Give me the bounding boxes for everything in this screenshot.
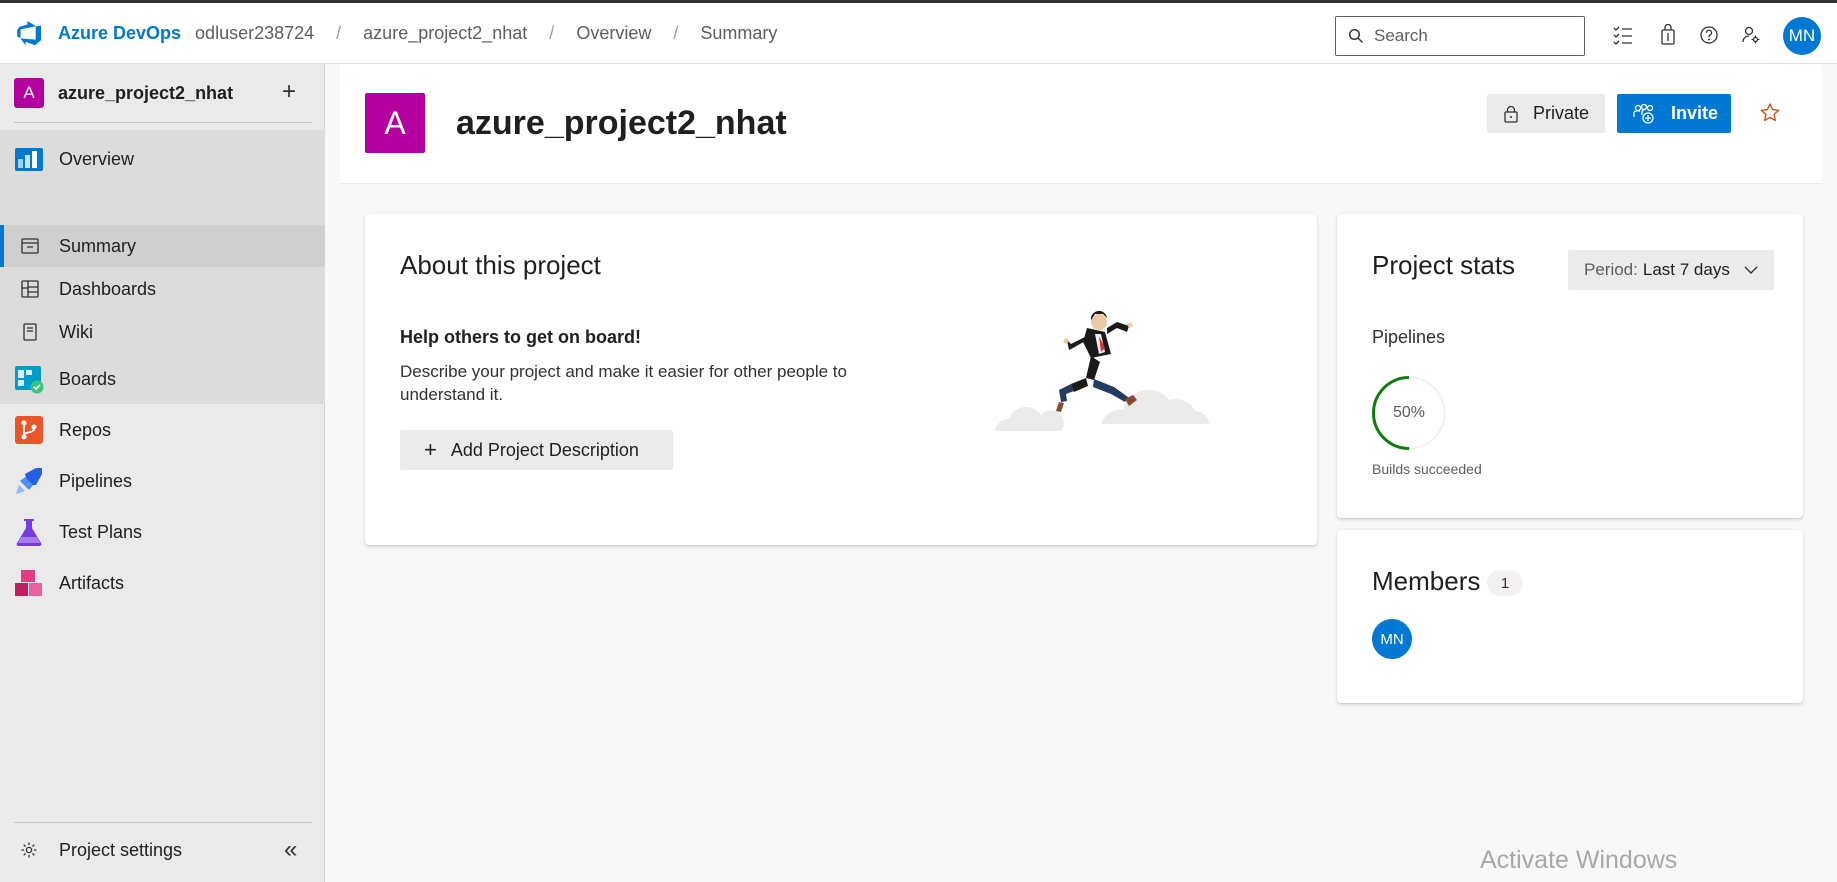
jumping-person-illustration xyxy=(995,310,1209,431)
test-plans-icon xyxy=(14,517,44,547)
gear-icon xyxy=(14,835,44,865)
sidebar-item-summary[interactable]: Summary xyxy=(0,225,325,267)
add-description-label: Add Project Description xyxy=(450,439,639,460)
breadcrumb-overview[interactable]: Overview xyxy=(576,23,651,44)
sidebar-item-artifacts[interactable]: Artifacts xyxy=(0,558,325,608)
overview-icon xyxy=(14,144,44,174)
repos-icon xyxy=(14,415,44,445)
marketplace-icon[interactable] xyxy=(1656,23,1680,47)
sidebar-item-pipelines[interactable]: Pipelines xyxy=(0,456,325,506)
task-list-icon[interactable] xyxy=(1611,23,1635,47)
period-value: Last 7 days xyxy=(1642,260,1730,279)
pipelines-label: Pipelines xyxy=(1372,327,1446,347)
breadcrumb-separator: / xyxy=(336,22,342,43)
sidebar: A azure_project2_nhat + Overview Summary… xyxy=(0,64,325,882)
pipelines-icon xyxy=(14,466,44,496)
project-avatar-large: A xyxy=(365,93,425,153)
add-icon[interactable]: + xyxy=(282,78,296,106)
project-settings-label: Project settings xyxy=(59,839,183,860)
azure-devops-logo-icon[interactable] xyxy=(16,19,44,47)
private-label: Private xyxy=(1533,103,1590,123)
add-project-description-button[interactable]: + Add Project Description xyxy=(400,430,673,470)
boards-icon xyxy=(14,364,44,394)
builds-succeeded-label: Builds succeeded xyxy=(1372,461,1482,477)
page-title: azure_project2_nhat xyxy=(456,104,787,142)
sidebar-item-label: Pipelines xyxy=(59,470,133,491)
project-page-header: A azure_project2_nhat Private Invite xyxy=(340,64,1822,184)
top-bar: Azure DevOps odluser238724 / azure_proje… xyxy=(0,0,1837,64)
sidebar-item-wiki[interactable]: Wiki xyxy=(0,311,325,353)
search-input[interactable] xyxy=(1374,26,1564,46)
project-name: azure_project2_nhat xyxy=(58,82,234,103)
collapse-sidebar-icon[interactable]: « xyxy=(284,836,297,864)
sidebar-item-label: Overview xyxy=(59,148,135,169)
private-button[interactable]: Private xyxy=(1487,94,1605,133)
sidebar-item-label: Summary xyxy=(59,235,137,256)
about-project-card: About this project Help others to get on… xyxy=(365,214,1317,545)
members-card: Members 1 MN xyxy=(1337,530,1803,703)
project-settings-link[interactable]: Project settings « xyxy=(0,825,325,875)
add-people-icon xyxy=(1633,103,1654,124)
lock-icon xyxy=(1504,105,1518,123)
project-stats-card: Project stats Period: Last 7 days Pipeli… xyxy=(1337,214,1803,518)
search-icon xyxy=(1348,28,1363,43)
user-settings-icon[interactable] xyxy=(1739,23,1763,47)
sidebar-item-label: Test Plans xyxy=(59,521,143,542)
favorite-star-icon[interactable] xyxy=(1758,101,1782,125)
divider xyxy=(14,822,312,823)
sidebar-item-label: Wiki xyxy=(59,321,93,342)
brand-name[interactable]: Azure DevOps xyxy=(58,23,181,44)
breadcrumb-project[interactable]: azure_project2_nhat xyxy=(363,23,527,44)
artifacts-icon xyxy=(14,568,44,598)
invite-label: Invite xyxy=(1671,103,1719,123)
period-dropdown[interactable]: Period: Last 7 days xyxy=(1568,250,1774,290)
sidebar-item-repos[interactable]: Repos xyxy=(0,405,325,455)
members-card-title: Members xyxy=(1372,566,1481,596)
breadcrumb-separator: / xyxy=(673,22,679,43)
member-avatar[interactable]: MN xyxy=(1372,619,1412,659)
summary-icon xyxy=(19,235,41,257)
project-header[interactable]: A azure_project2_nhat + xyxy=(0,64,325,122)
breadcrumb-organization[interactable]: odluser238724 xyxy=(195,23,314,44)
breadcrumb-summary[interactable]: Summary xyxy=(700,23,777,44)
plus-icon: + xyxy=(424,437,437,462)
members-count-badge: 1 xyxy=(1487,570,1523,596)
success-percent: 50% xyxy=(1392,404,1426,421)
chevron-down-icon xyxy=(1744,266,1758,274)
sidebar-item-dashboards[interactable]: Dashboards xyxy=(0,268,325,310)
divider xyxy=(14,122,312,123)
dashboards-icon xyxy=(19,278,41,300)
help-icon[interactable] xyxy=(1697,23,1721,47)
about-card-title: About this project xyxy=(400,250,601,280)
stats-card-title: Project stats xyxy=(1372,250,1516,280)
help-description: Describe your project and make it easier… xyxy=(400,362,847,404)
sidebar-item-label: Artifacts xyxy=(59,572,125,593)
sidebar-item-boards[interactable]: Boards xyxy=(0,354,325,404)
sidebar-item-label: Boards xyxy=(59,368,117,389)
search-box[interactable] xyxy=(1335,16,1585,56)
invite-button[interactable]: Invite xyxy=(1617,94,1731,133)
wiki-icon xyxy=(19,321,41,343)
period-label: Period: xyxy=(1584,260,1638,279)
sidebar-item-label: Repos xyxy=(59,419,112,440)
sidebar-item-label: Dashboards xyxy=(59,278,157,299)
sidebar-item-overview[interactable]: Overview xyxy=(0,130,325,188)
project-avatar: A xyxy=(14,78,44,108)
breadcrumb-separator: / xyxy=(549,22,555,43)
activate-windows-watermark: Activate Windows xyxy=(1480,846,1678,874)
help-title: Help others to get on board! xyxy=(400,327,641,347)
user-avatar[interactable]: MN xyxy=(1783,17,1821,55)
sidebar-item-test-plans[interactable]: Test Plans xyxy=(0,507,325,557)
